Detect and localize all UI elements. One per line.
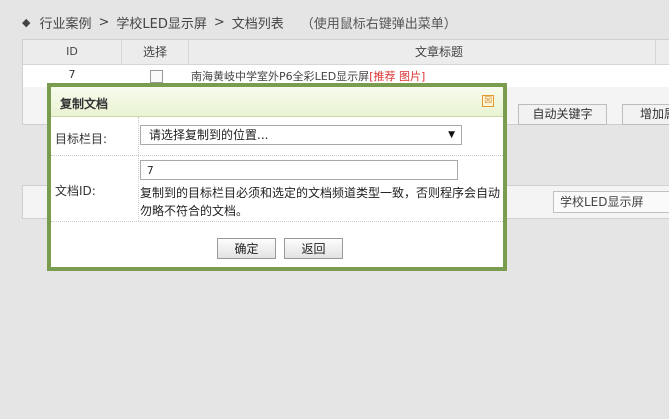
column-header-title: 文章标题: [414, 45, 463, 59]
breadcrumb-item-school-led[interactable]: 学校LED显示屏: [116, 13, 206, 32]
close-icon[interactable]: ☒: [482, 95, 494, 107]
diamond-icon: ◆: [22, 15, 31, 29]
confirm-button[interactable]: 确定: [217, 238, 276, 259]
context-menu-hint: （使用鼠标右键弹出菜单）: [300, 16, 457, 32]
target-category-row: 目标栏目: 请选择复制到的位置... ▼: [51, 117, 503, 156]
dialog-title-bar[interactable]: 复制文档 ☒: [51, 87, 503, 117]
breadcrumb-separator: >: [98, 14, 110, 30]
target-category-select-value: 请选择复制到的位置...: [149, 128, 269, 142]
add-attribute-button[interactable]: 增加属: [622, 104, 669, 125]
doc-id-label: 文档ID:: [55, 184, 96, 198]
breadcrumb-separator: >: [213, 14, 225, 30]
breadcrumb: ◆ 行业案例 > 学校LED显示屏 > 文档列表 （使用鼠标右键弹出菜单）: [22, 7, 457, 37]
target-category-select[interactable]: 请选择复制到的位置... ▼: [140, 125, 462, 145]
dialog-title: 复制文档: [60, 97, 109, 111]
copy-document-dialog: 复制文档 ☒ 目标栏目: 请选择复制到的位置... ▼ 文档ID: 复制到的目标…: [47, 83, 507, 271]
back-button[interactable]: 返回: [284, 238, 343, 259]
target-category-label: 目标栏目:: [55, 132, 108, 146]
breadcrumb-item-industry-cases[interactable]: 行业案例: [39, 13, 91, 32]
chevron-down-icon: ▼: [448, 130, 455, 140]
category-select[interactable]: 学校LED显示屏: [553, 191, 669, 213]
doc-id-row: 文档ID: 复制到的目标栏目必须和选定的文档频道类型一致，否则程序会自动勿略不符…: [51, 155, 503, 222]
column-header-select: 选择: [122, 40, 189, 64]
table-header: ID 选择 文章标题: [23, 40, 669, 65]
row-title-text[interactable]: 南海黄岐中学室外P6全彩LED显示屏: [191, 70, 369, 83]
column-header-extra: [655, 40, 669, 64]
row-tags: [推荐 图片]: [369, 70, 426, 83]
breadcrumb-item-doc-list[interactable]: 文档列表: [232, 13, 284, 32]
copy-rule-note: 复制到的目标栏目必须和选定的文档频道类型一致，否则程序会自动勿略不符合的文档。: [140, 186, 501, 218]
form-divider: [138, 117, 139, 221]
row-select-checkbox[interactable]: [150, 70, 163, 83]
row-title[interactable]: 南海黄岐中学室外P6全彩LED显示屏[推荐 图片]: [191, 68, 425, 84]
column-header-id: ID: [23, 40, 122, 64]
auto-keyword-button[interactable]: 自动关键字: [518, 104, 607, 125]
doc-id-input[interactable]: [140, 160, 458, 180]
row-id: 7: [68, 68, 76, 81]
